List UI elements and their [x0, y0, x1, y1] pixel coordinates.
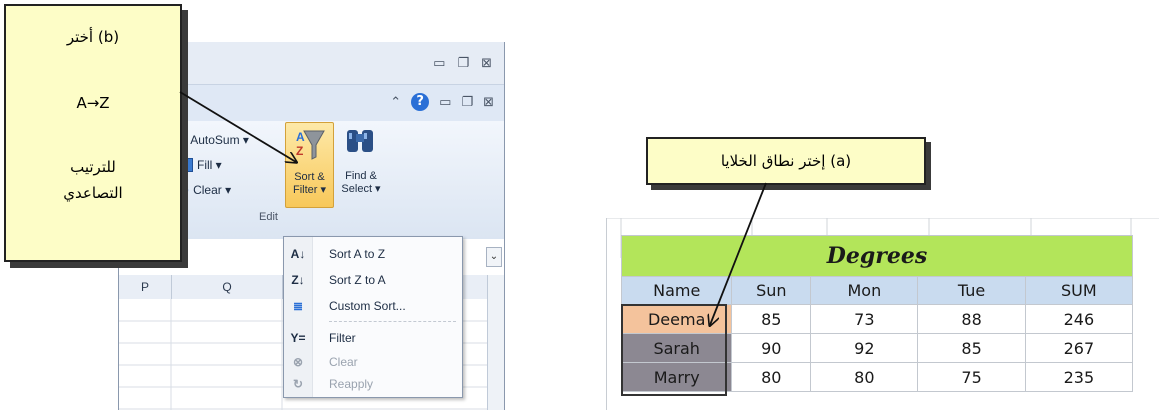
arrow-b	[179, 91, 296, 162]
arrow-a	[710, 182, 767, 325]
annotation-arrows	[179, 91, 767, 410]
